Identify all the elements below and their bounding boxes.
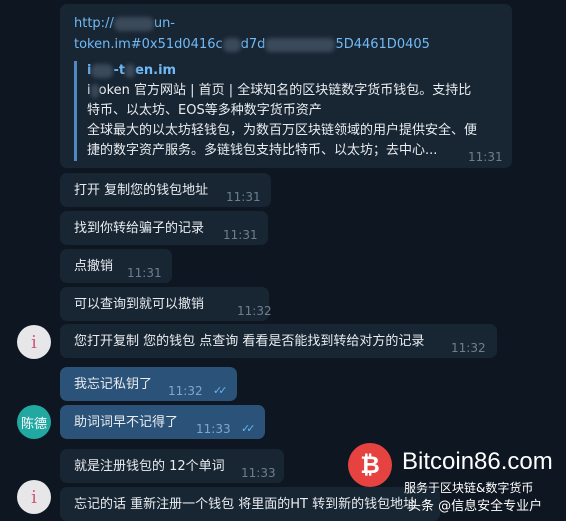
incoming-message[interactable]: 忘记的话 重新注册一个钱包 将里面的HT 转到新的钱包地址 — [60, 487, 440, 521]
redaction-blur — [91, 63, 114, 78]
redaction-blur — [125, 63, 136, 78]
message-time: 11:31 — [226, 190, 261, 204]
redaction-blur — [222, 37, 241, 52]
message-time: 11:31 — [468, 150, 503, 164]
bitcoin-logo-icon: ₿ — [348, 443, 392, 487]
message-text: 打开 复制您的钱包地址 — [74, 183, 209, 198]
redaction-blur — [113, 16, 154, 31]
message-time: 11:31 — [223, 228, 258, 242]
message-text: 忘记的话 重新注册一个钱包 将里面的HT 转到新的钱包地址 — [74, 497, 417, 512]
watermark-subtitle: 服务于区块链&数字货币 — [404, 481, 534, 495]
message-text: 您打开复制 您的钱包 点查询 看看是否能找到转给对方的记录 — [74, 334, 425, 349]
preview-description: 全球最大的以太坊轻钱包，为数百万区块链领域的用户提供安全、便 捷的数字资产服务。多… — [87, 123, 478, 158]
message-time: 11:33 — [241, 466, 276, 480]
message-text: 点撤销 — [74, 259, 114, 274]
watermark-title: Bitcoin86.com — [402, 448, 553, 475]
preview-title: i oken 官方网站 | 首页 | 全球知名的区块链数字货币钱包。支持比 特币、以… — [87, 83, 472, 118]
chat-history: http://un- token.im#0x51d0416c d7d 5D4461D… — [0, 0, 566, 521]
user-avatar[interactable]: 陈德 — [17, 405, 51, 439]
message-url-link[interactable]: http://un- token.im#0x51d0416c d7d 5D4461D… — [74, 13, 504, 55]
contact-avatar[interactable]: i — [17, 480, 51, 514]
message-time: 11:32 — [168, 384, 203, 398]
incoming-message[interactable]: 可以查询到就可以撤销 11:32 — [60, 287, 272, 321]
incoming-message[interactable]: 找到你转给骗子的记录 11:31 — [60, 211, 268, 245]
read-check-icon: ✓✓ — [213, 384, 228, 397]
message-time: 11:32 — [451, 341, 486, 355]
incoming-message[interactable]: 打开 复制您的钱包地址 11:31 — [60, 173, 271, 207]
message-text: 可以查询到就可以撤销 — [74, 297, 205, 312]
link-preview-message[interactable]: http://un- token.im#0x51d0416c d7d 5D4461D… — [60, 4, 512, 168]
message-text: 就是注册钱包的 12个单词 — [74, 459, 225, 474]
preview-site-name: i -t en.im — [87, 63, 177, 78]
message-text: 找到你转给骗子的记录 — [74, 221, 205, 236]
watermark-author: 头条 @信息安全专业户 — [408, 499, 543, 514]
link-preview-card[interactable]: i -t en.im i oken 官方网站 | 首页 | 全球知名的区块链数字货币钱… — [74, 61, 499, 161]
contact-avatar[interactable]: i — [17, 325, 51, 359]
message-time: 11:32 — [237, 304, 272, 318]
outgoing-message[interactable]: 我忘记私钥了 11:32 ✓✓ — [60, 367, 237, 401]
message-time: 11:33 — [196, 422, 231, 436]
outgoing-message[interactable]: 助词词早不记得了 11:33 ✓✓ — [60, 405, 265, 439]
incoming-message[interactable]: 您打开复制 您的钱包 点查询 看看是否能找到转给对方的记录 11:32 — [60, 324, 497, 358]
read-check-icon: ✓✓ — [241, 422, 256, 435]
message-text: 助词词早不记得了 — [74, 415, 179, 430]
message-text: 我忘记私钥了 — [74, 377, 153, 392]
redaction-blur — [265, 37, 336, 52]
incoming-message[interactable]: 点撤销 11:31 — [60, 249, 172, 283]
redaction-blur — [90, 83, 99, 98]
message-time: 11:31 — [127, 266, 162, 280]
incoming-message[interactable]: 就是注册钱包的 12个单词 11:33 — [60, 449, 284, 483]
